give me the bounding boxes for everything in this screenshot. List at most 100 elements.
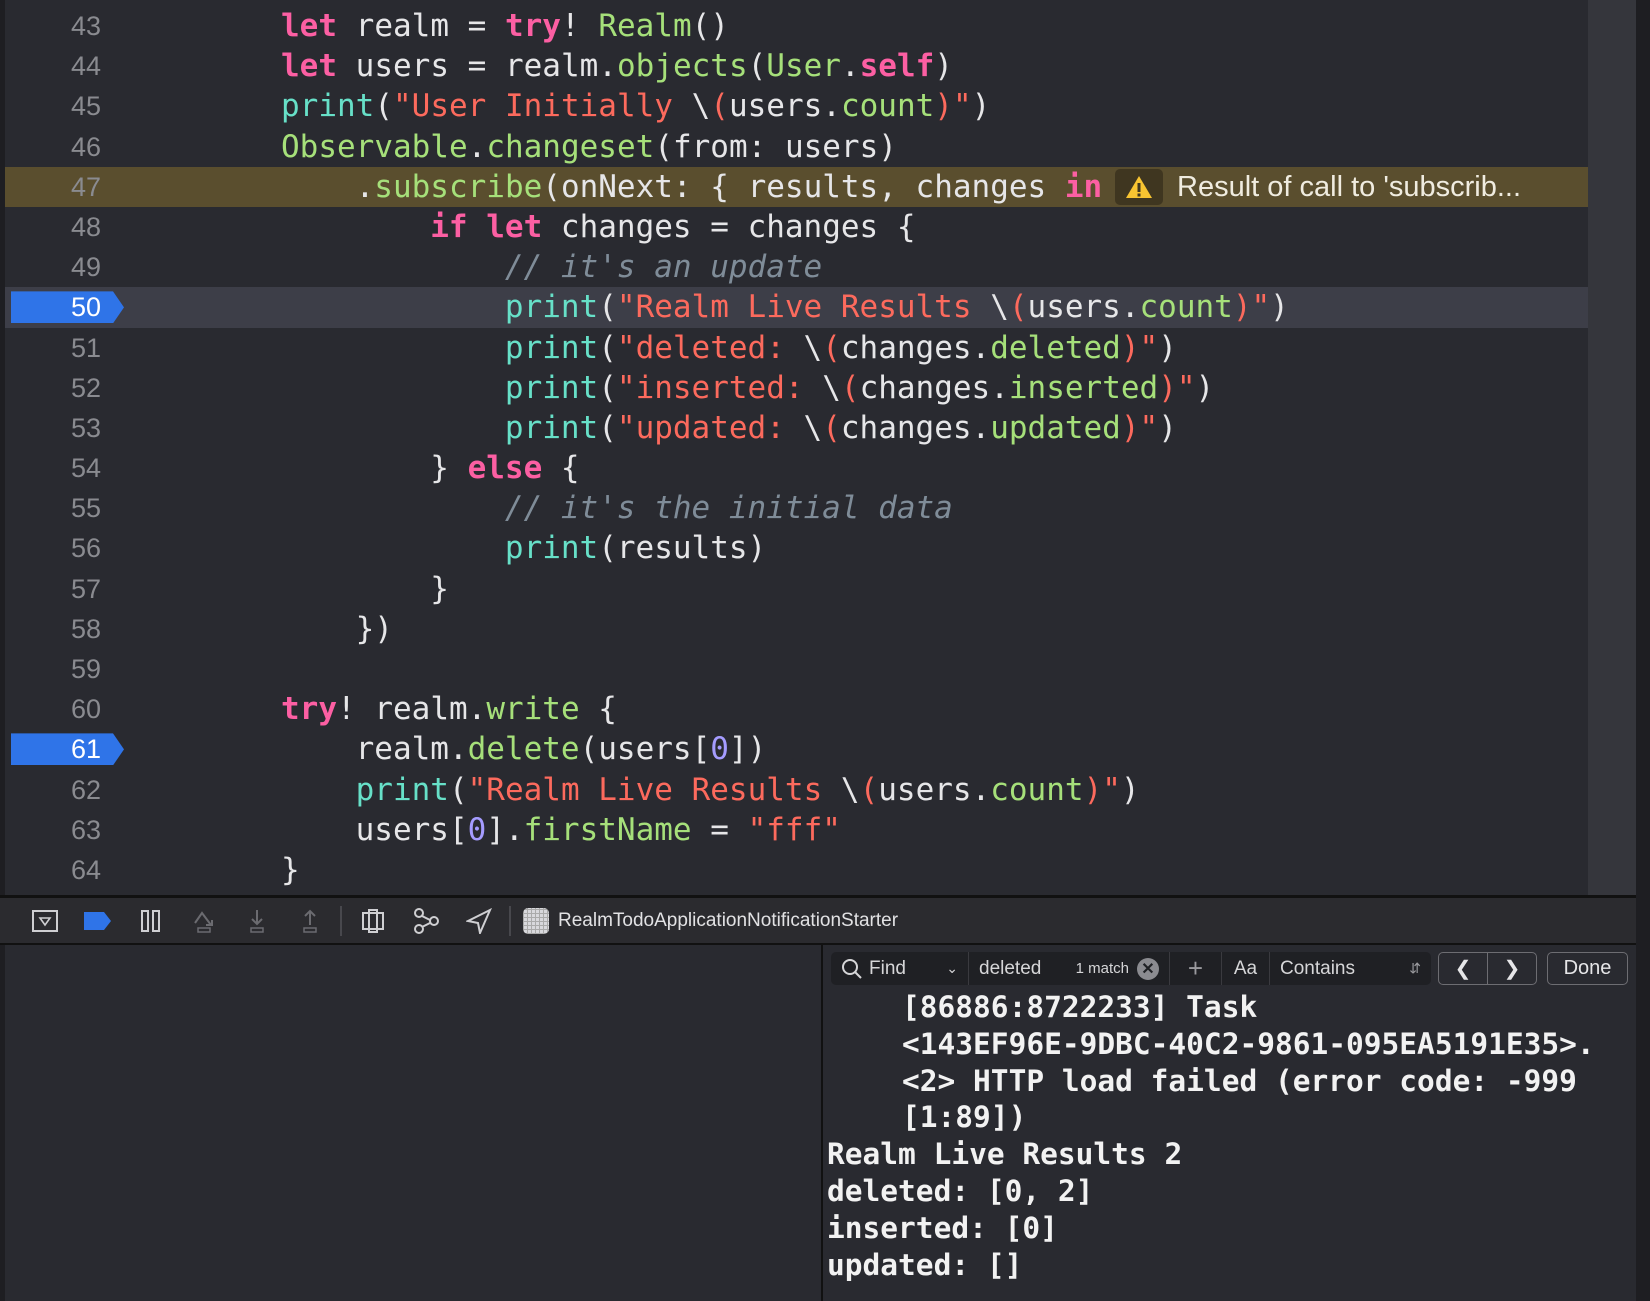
code-token: (users[ (579, 731, 711, 768)
code-line[interactable]: 55 // it's the initial data (5, 488, 1588, 528)
code-token: . (840, 48, 860, 85)
code-token: if (430, 208, 468, 245)
line-number: 54 (70, 453, 101, 484)
add-pattern-button[interactable]: + (1170, 952, 1222, 985)
code-token: let (281, 48, 337, 85)
code-text: } (430, 569, 449, 609)
code-token: . (467, 128, 487, 165)
code-text: let users = realm.objects(User.self) (281, 46, 953, 86)
code-token: )" (1120, 329, 1159, 366)
match-type-select[interactable]: Contains ⇵ (1270, 952, 1431, 985)
line-number: 63 (70, 814, 101, 845)
code-token: 0 (710, 731, 729, 768)
code-token: changes. (840, 409, 991, 446)
line-number: 57 (70, 573, 101, 604)
process-selector[interactable]: RealmTodoApplicationNotificationStarter (523, 907, 899, 934)
code-line[interactable]: 53 print("updated: \(changes.updated)") (5, 408, 1588, 448)
line-number: 51 (70, 332, 101, 363)
code-text: } else { (430, 448, 579, 488)
code-line[interactable]: 64} (5, 850, 1588, 890)
next-match-button[interactable]: ❯ (1487, 952, 1537, 985)
find-mode-selector[interactable]: Find ⌄ (831, 952, 969, 985)
code-token: ) (1158, 409, 1177, 446)
step-into-button[interactable] (230, 901, 283, 941)
warning-annotation[interactable]: Result of call to 'subscrib... (1115, 168, 1521, 205)
code-token: \ (822, 369, 841, 406)
line-number: 58 (70, 613, 101, 644)
step-out-button[interactable] (283, 901, 336, 941)
code-line[interactable]: 47 .subscribe(onNext: { results, changes … (5, 166, 1588, 207)
find-input[interactable]: deleted 1 match ✕ (969, 952, 1170, 985)
pause-button[interactable] (124, 901, 177, 941)
code-line[interactable]: 59 (5, 649, 1588, 689)
line-number: 50 (70, 292, 101, 323)
plus-icon: + (1187, 953, 1204, 983)
editor-scrollbar[interactable] (1588, 0, 1641, 895)
code-token: "Realm Live Results (467, 771, 841, 808)
code-line[interactable]: 57} (5, 569, 1588, 609)
code-line[interactable]: 62 print("Realm Live Results \(users.coun… (5, 770, 1588, 810)
code-line[interactable]: 60 try! realm.write { (5, 689, 1588, 729)
code-token: } (430, 570, 449, 607)
code-token: users. (878, 771, 991, 808)
previous-match-button[interactable]: ❮ (1438, 952, 1488, 985)
code-token: ( (598, 369, 617, 406)
line-number: 45 (70, 91, 101, 122)
code-token: // it's an update (504, 249, 823, 286)
up-down-chevron-icon: ⇵ (1409, 960, 1421, 976)
scheme-name: RealmTodoApplicationNotificationStarter (558, 909, 899, 931)
code-line[interactable]: 63 users[0].firstName = "fff" (5, 810, 1588, 850)
console-output[interactable]: Find ⌄ deleted 1 match ✕ + Aa Contains ⇵… (825, 945, 1636, 1301)
view-hierarchy-icon (361, 908, 384, 933)
code-line[interactable]: 43 let realm = try! Realm() (5, 6, 1588, 46)
breakpoints-toggle-button[interactable] (71, 901, 124, 941)
variables-view[interactable] (0, 945, 823, 1301)
code-line[interactable]: 49 // it's an update (5, 247, 1588, 287)
code-token: users. (1027, 289, 1140, 326)
case-sensitive-toggle[interactable]: Aa (1222, 952, 1270, 985)
clear-search-icon[interactable]: ✕ (1137, 957, 1159, 980)
code-token: ! (560, 8, 599, 44)
code-token: } (281, 851, 300, 888)
done-button[interactable]: Done (1547, 952, 1628, 985)
code-token: try (281, 691, 337, 728)
code-token: let (281, 8, 337, 44)
code-token: users = realm. (337, 48, 617, 85)
breakpoint-icon (83, 911, 111, 930)
simulate-location-button[interactable] (452, 901, 505, 941)
code-lines: 43 let realm = try! Realm() 44 let users = … (5, 6, 1588, 890)
code-token: ) (971, 88, 991, 125)
step-over-button[interactable] (177, 901, 230, 941)
code-line[interactable]: 54 } else { (5, 448, 1588, 488)
memory-graph-button[interactable] (399, 901, 452, 941)
console-line: <143EF96E-9DBC-40C2-9861-095EA5191E35>. (902, 1026, 1595, 1061)
step-into-icon (249, 909, 264, 933)
code-line[interactable]: 52 print("inserted: \(changes.inserted)") (5, 368, 1588, 408)
code-token: realm. (355, 731, 468, 768)
code-token: ) (1158, 329, 1177, 366)
code-token: try (504, 8, 561, 44)
code-token: firstName (523, 811, 692, 848)
line-number: 43 (70, 11, 101, 41)
code-token: (from: users) (654, 128, 897, 165)
code-text: } (281, 850, 300, 890)
code-line[interactable]: 44 let users = realm.objects(User.self) (5, 46, 1588, 86)
code-token: "inserted: (616, 369, 823, 406)
code-line[interactable]: 61 realm.delete(users[0]) (5, 729, 1588, 769)
code-token: \ (990, 289, 1009, 326)
code-editor[interactable]: 43 let realm = try! Realm() 44 let users = … (0, 0, 1650, 895)
code-token: updated (990, 409, 1121, 446)
hide-debug-area-button[interactable] (18, 901, 71, 941)
code-line[interactable]: 58}) (5, 609, 1588, 649)
line-number: 55 (70, 493, 101, 524)
code-line[interactable]: 45 print("User Initially \(users.count)") (5, 86, 1588, 126)
code-line[interactable]: 50 print("Realm Live Results \(users.coun… (5, 287, 1588, 328)
code-line[interactable]: 46 Observable.changeset(from: users) (5, 127, 1588, 167)
code-token: delete (467, 731, 580, 768)
code-line[interactable]: 48 if let changes = changes { (5, 207, 1588, 247)
code-line[interactable]: 56 print(results) (5, 528, 1588, 568)
view-hierarchy-button[interactable] (346, 901, 399, 941)
code-line[interactable]: 51 print("deleted: \(changes.deleted)") (5, 328, 1588, 368)
code-token: Realm (598, 8, 692, 44)
pause-icon (140, 909, 160, 932)
